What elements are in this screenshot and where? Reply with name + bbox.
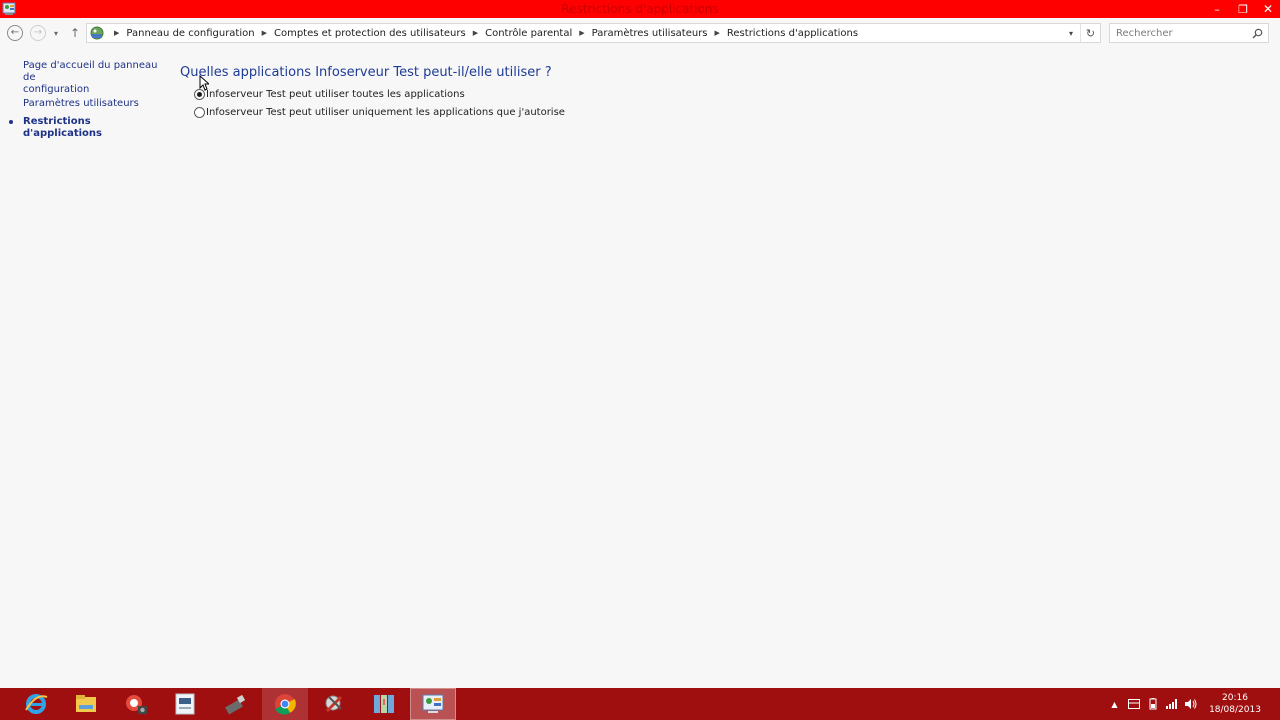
sidebar-item-label: configuration xyxy=(23,84,90,95)
radio-button-unchecked[interactable] xyxy=(194,107,205,118)
taskbar-internet-explorer[interactable] xyxy=(13,688,59,720)
clock[interactable]: 20:16 18/08/2013 xyxy=(1204,692,1266,716)
system-tray: ▲ 20:16 18/08/2013 xyxy=(1105,688,1280,720)
recent-locations-button[interactable]: ▾ xyxy=(49,24,63,42)
close-button[interactable]: ✕ xyxy=(1256,0,1280,18)
chevron-right-icon[interactable]: ▶ xyxy=(579,29,584,37)
taskbar-control-panel[interactable] xyxy=(410,688,456,720)
breadcrumb-app-restrictions[interactable]: Restrictions d'applications xyxy=(727,28,858,39)
window-title: Restrictions d'applications xyxy=(561,2,719,16)
forward-button[interactable]: → xyxy=(29,24,47,42)
network-icon[interactable] xyxy=(1162,688,1181,720)
control-panel-icon xyxy=(422,694,444,713)
radio-option-all-apps[interactable]: Infoserveur Test peut utiliser toutes le… xyxy=(194,89,465,100)
taskbar: ▲ 20:16 18/08/2013 xyxy=(0,688,1280,720)
chevron-right-icon[interactable]: ▶ xyxy=(715,29,720,37)
taskbar-camera-app[interactable] xyxy=(113,688,159,720)
sidebar-item-user-settings[interactable]: Paramètres utilisateurs xyxy=(23,98,139,110)
chevron-right-icon[interactable]: ▶ xyxy=(262,29,267,37)
sidebar-item-app-restrictions[interactable]: Restrictions d'applications xyxy=(23,116,170,140)
breadcrumb: ▶ Panneau de configuration ▶ Comptes et … xyxy=(107,28,858,39)
camera-app-icon xyxy=(126,695,147,714)
forward-arrow-icon: → xyxy=(30,25,46,41)
breadcrumb-parental-control[interactable]: Contrôle parental xyxy=(485,28,572,39)
taskbar-file-explorer[interactable] xyxy=(63,688,109,720)
search-box[interactable] xyxy=(1109,23,1269,43)
search-icon[interactable] xyxy=(1252,28,1263,39)
back-button[interactable]: ← xyxy=(6,24,24,42)
internet-explorer-icon xyxy=(25,694,48,714)
page-title: Quelles applications Infoserveur Test pe… xyxy=(180,65,552,80)
radio-label[interactable]: Infoserveur Test peut utiliser toutes le… xyxy=(206,89,465,100)
current-page-bullet xyxy=(9,120,13,124)
taskbar-scanner-app[interactable] xyxy=(162,688,208,720)
file-explorer-icon xyxy=(76,695,96,712)
radio-option-allowed-apps[interactable]: Infoserveur Test peut utiliser uniquemen… xyxy=(194,107,565,118)
sidebar-item-control-panel-home[interactable]: Page d'accueil du panneau de configurati… xyxy=(23,60,170,96)
radio-label[interactable]: Infoserveur Test peut utiliser uniquemen… xyxy=(206,107,565,118)
taskbar-usb-tool[interactable] xyxy=(212,688,258,720)
power-icon[interactable] xyxy=(1143,688,1162,720)
breadcrumb-user-accounts[interactable]: Comptes et protection des utilisateurs xyxy=(274,28,466,39)
chrome-icon xyxy=(275,694,296,715)
taskbar-tools-app[interactable] xyxy=(311,688,357,720)
sidebar-item-label: Page d'accueil du panneau de xyxy=(23,60,158,83)
taskbar-map-app[interactable] xyxy=(361,688,407,720)
action-center-icon[interactable] xyxy=(1124,688,1143,720)
address-bar[interactable]: ▶ Panneau de configuration ▶ Comptes et … xyxy=(86,23,1101,43)
chevron-right-icon[interactable]: ▶ xyxy=(114,29,119,37)
mouse-cursor-icon xyxy=(199,75,209,91)
up-button[interactable]: ↑ xyxy=(66,24,84,42)
show-hidden-icons-button[interactable]: ▲ xyxy=(1105,688,1124,720)
navigation-bar: ← → ▾ ↑ ▶ Panneau de configuration ▶ Com… xyxy=(0,18,1280,48)
minimize-button[interactable]: – xyxy=(1204,0,1230,18)
map-app-icon xyxy=(374,695,394,713)
breadcrumb-user-settings[interactable]: Paramètres utilisateurs xyxy=(592,28,708,39)
scanner-app-icon xyxy=(175,693,195,715)
clock-date: 18/08/2013 xyxy=(1209,705,1261,715)
usb-tool-icon xyxy=(225,694,246,715)
title-bar[interactable]: Restrictions d'applications – ❐ ✕ xyxy=(0,0,1280,18)
taskbar-chrome[interactable] xyxy=(262,688,308,720)
chevron-right-icon[interactable]: ▶ xyxy=(473,29,478,37)
back-arrow-icon: ← xyxy=(7,25,23,41)
refresh-button[interactable]: ↻ xyxy=(1080,24,1100,42)
search-input[interactable] xyxy=(1116,27,1246,40)
tools-app-icon xyxy=(325,695,343,713)
volume-icon[interactable] xyxy=(1181,688,1200,720)
maximize-button[interactable]: ❐ xyxy=(1230,0,1256,18)
control-panel-icon[interactable] xyxy=(2,1,16,16)
address-dropdown-button[interactable]: ▾ xyxy=(1064,26,1078,40)
breadcrumb-control-panel[interactable]: Panneau de configuration xyxy=(126,28,254,39)
clock-time: 20:16 xyxy=(1222,693,1248,703)
control-panel-icon xyxy=(90,26,104,40)
